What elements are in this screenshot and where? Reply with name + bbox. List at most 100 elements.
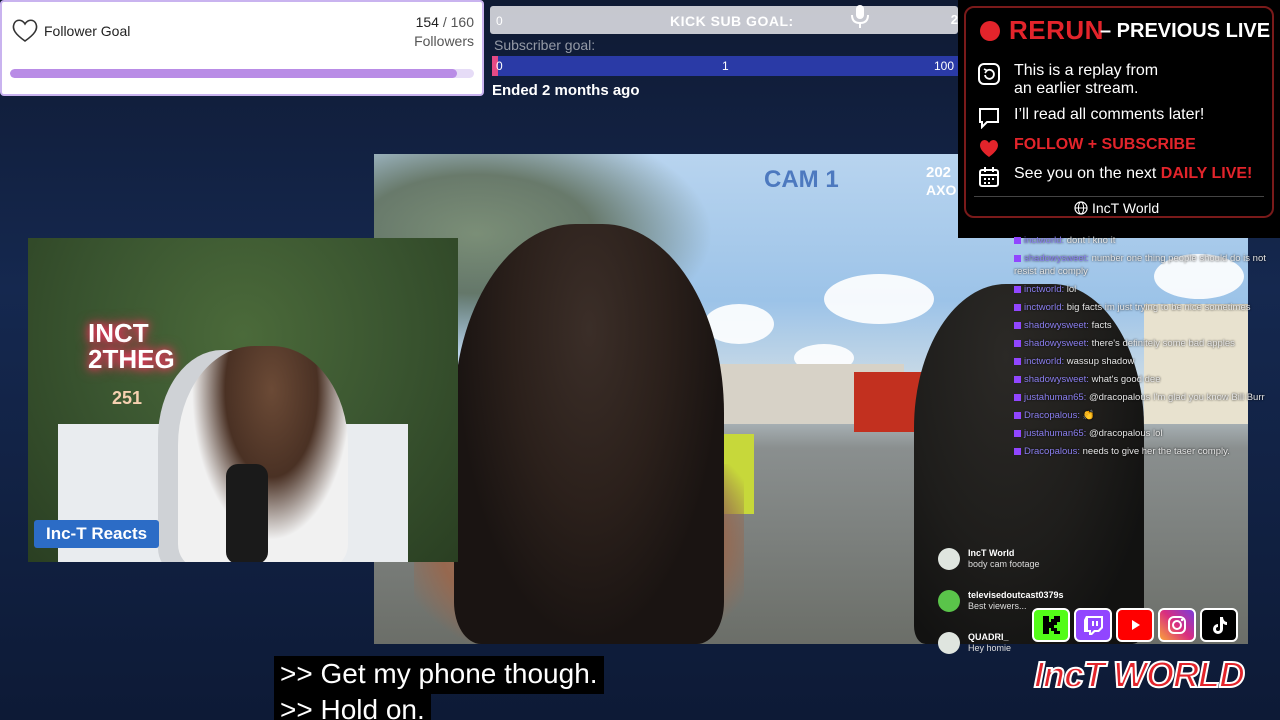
chat-text: @dracopalous lol	[1086, 428, 1163, 439]
twitch-badge-icon	[1014, 254, 1021, 262]
follower-goal-unit: Followers	[414, 33, 474, 49]
chat-feed: inctworld: dont i kno it shadowysweet: nu…	[1014, 234, 1280, 494]
rerun-schedule-row: See you on the next DAILY LIVE!	[978, 165, 1268, 188]
sub-goal-bar-mid: 1	[722, 59, 729, 73]
rerun-comments-row: I’ll read all comments later!	[978, 106, 1268, 129]
calendar-icon	[979, 167, 999, 187]
rerun-footer-text: IncT World	[1092, 200, 1160, 216]
chat-text: there's definitely some bad apples	[1088, 338, 1235, 349]
twitch-badge-icon	[1014, 447, 1021, 455]
chat-username[interactable]: inctworld:	[1024, 235, 1064, 246]
stream-overlay: Follower Goal 154 / 160 Followers 0 KICK…	[0, 0, 1280, 720]
chat-message: shadowysweet: what's good dee	[1014, 373, 1280, 386]
follower-count-target: 160	[450, 14, 474, 30]
rerun-schedule-text: See you on the next DAILY LIVE!	[1014, 165, 1252, 183]
chat-overlay-username: IncT World	[968, 548, 1015, 558]
twitch-badge-icon	[1014, 339, 1021, 347]
caption-line-1: >> Get my phone though.	[274, 656, 604, 694]
chat-text: @dracopalous I'm glad you know Bill Burr	[1086, 392, 1265, 403]
avatar	[938, 632, 960, 654]
chat-message: inctworld: big facts im just trying to b…	[1014, 301, 1280, 314]
twitch-badge-icon	[1014, 303, 1021, 311]
chat-username[interactable]: inctworld:	[1024, 284, 1064, 295]
cloud	[824, 274, 934, 324]
chat-overlay-username: QUADRI_	[968, 632, 1009, 642]
chat-message: Dracopalous: 👏	[1014, 409, 1280, 422]
chat-bubble-icon	[979, 108, 999, 129]
chat-overlay-text: Hey homie	[968, 643, 1012, 653]
chat-username[interactable]: inctworld:	[1024, 356, 1064, 367]
kick-icon	[1032, 608, 1070, 642]
instagram-icon	[1158, 608, 1196, 642]
chat-username[interactable]: inctworld:	[1024, 302, 1064, 313]
chat-message: shadowysweet: there's definitely some ba…	[1014, 337, 1280, 350]
replay-icon	[978, 63, 1000, 85]
follower-count-separator: /	[442, 14, 447, 30]
follower-goal-title: Follower Goal	[44, 23, 131, 39]
follower-goal-count: 154 / 160	[416, 14, 474, 30]
chat-overlay-username: televisedoutcast0379s	[968, 590, 1064, 600]
chat-username[interactable]: shadowysweet:	[1024, 320, 1089, 331]
chat-username[interactable]: shadowysweet:	[1024, 374, 1089, 385]
sub-goal-banner-text: KICK SUB GOAL:	[670, 13, 794, 29]
chat-username[interactable]: justahuman65:	[1024, 392, 1086, 403]
cloud	[704, 304, 774, 344]
neon-sign: INCT 2THEG	[88, 320, 175, 372]
sub-goal-left-count: 0	[496, 14, 503, 28]
follower-count-current: 154	[415, 14, 439, 30]
neon-sign-line2: 2THEG	[88, 344, 175, 374]
sub-goal-bar-end: 100	[933, 59, 954, 73]
chat-overlay-feed: IncT World body cam footage televisedoutca…	[938, 546, 1064, 716]
twitch-badge-icon	[1014, 429, 1021, 437]
chat-text: what's good dee	[1088, 374, 1161, 385]
sub-goal-status: Ended 2 months ago	[492, 82, 640, 99]
chat-message: justahuman65: @dracopalous I'm glad you …	[1014, 391, 1280, 404]
chat-username[interactable]: shadowysweet:	[1024, 253, 1089, 264]
tiktok-icon	[1200, 608, 1238, 642]
rerun-replay-row: This is a replay from an earlier stream.	[978, 62, 1268, 98]
streamer-webcam: INCT 2THEG 251 Inc-T Reacts	[28, 238, 458, 562]
rerun-comments-text: I’ll read all comments later!	[1014, 106, 1205, 123]
twitch-badge-icon	[1014, 411, 1021, 419]
chat-text: dont i kno it	[1064, 235, 1116, 246]
twitch-badge-icon	[1014, 375, 1021, 383]
sub-goal-label: Subscriber goal:	[494, 37, 596, 53]
chat-overlay-text: Best viewers...	[968, 601, 1027, 611]
avatar	[938, 590, 960, 612]
avatar	[938, 548, 960, 570]
woman-figure	[454, 224, 724, 644]
chat-username[interactable]: shadowysweet:	[1024, 338, 1089, 349]
follower-goal-progress-bar	[10, 69, 474, 78]
sub-goal-widget: 0 KICK SUB GOAL: 2 Subscriber goal: 0 1 …	[486, 0, 958, 100]
youtube-icon	[1116, 608, 1154, 642]
twitch-badge-icon	[1014, 236, 1021, 244]
chat-message: inctworld: dont i kno it	[1014, 234, 1280, 247]
sub-goal-right-count: 2	[950, 12, 958, 27]
chat-message: shadowysweet: facts	[1014, 319, 1280, 332]
twitch-badge-icon	[1014, 393, 1021, 401]
chat-username[interactable]: Dracopalous:	[1024, 446, 1080, 457]
cam-watermark: AXO	[926, 182, 957, 198]
chat-message: Dracopalous: needs to give her the taser…	[1014, 445, 1280, 458]
heart-icon	[12, 19, 38, 42]
brand-logo-text: IncT WORLD	[1033, 653, 1246, 696]
chat-message: shadowysweet: number one thing people sh…	[1014, 252, 1280, 278]
twitch-icon	[1074, 608, 1112, 642]
chat-username[interactable]: justahuman65:	[1024, 428, 1086, 439]
twitch-badge-icon	[1014, 321, 1021, 329]
chat-text: facts	[1088, 320, 1112, 331]
rerun-schedule-prefix: See you on the next	[1014, 165, 1161, 182]
chat-text: wassup shadow	[1064, 356, 1135, 367]
chat-overlay-message: QUADRI_ Hey homie	[938, 630, 1038, 672]
rerun-panel: RERUN – PREVIOUS LIVE This is a replay f…	[958, 0, 1280, 238]
chat-message: inctworld: wassup shadow	[1014, 355, 1280, 368]
chat-username[interactable]: Dracopalous:	[1024, 410, 1080, 421]
neon-sign-line3: 251	[112, 388, 143, 408]
heart-icon	[980, 140, 998, 157]
follower-goal-progress-fill	[10, 69, 457, 78]
globe-icon	[1074, 201, 1088, 215]
twitch-badge-icon	[1014, 285, 1021, 293]
brand-logo: IncT WORLD	[1030, 650, 1248, 696]
chat-text: lol	[1064, 284, 1077, 295]
caption-line-2: >> Hold on.	[274, 692, 431, 720]
